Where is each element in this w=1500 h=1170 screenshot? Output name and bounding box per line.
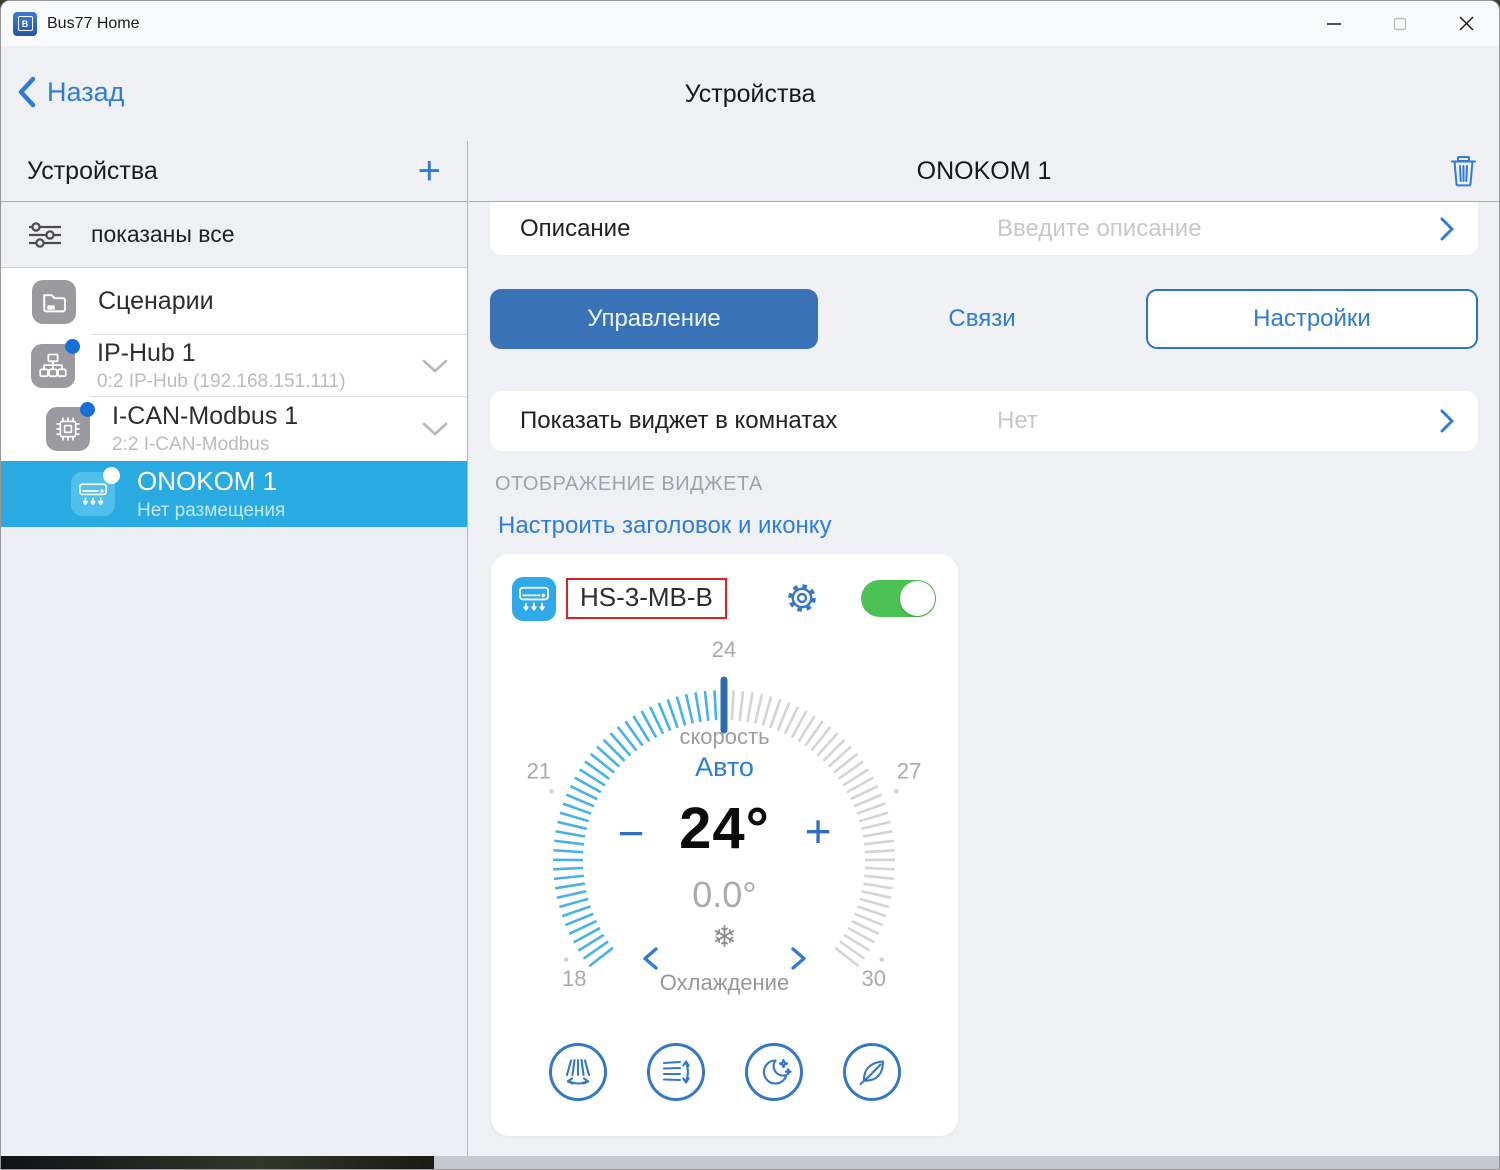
app-window: B Bus77 Home Назад Устройства Устройства	[0, 0, 1500, 1170]
window-bottom-edge	[1, 1156, 1499, 1169]
tab-links[interactable]: Связи	[818, 289, 1146, 349]
maximize-button[interactable]	[1367, 1, 1433, 46]
description-placeholder: Введите описание	[997, 214, 1202, 242]
sleep-mode-button[interactable]	[744, 1043, 803, 1101]
widget-rooms-value: Нет	[997, 407, 1038, 434]
network-hub-icon	[39, 353, 67, 378]
swing-horizontal-button[interactable]	[548, 1043, 607, 1101]
swing-horizontal-icon	[565, 1058, 590, 1085]
devices-sidebar: Устройства + показаны все Сценарии IP-Hub…	[1, 141, 468, 1156]
swing-vertical-icon	[662, 1060, 690, 1084]
titlebar: B Bus77 Home	[1, 1, 1499, 46]
snowflake-icon: ❄	[711, 921, 738, 954]
temp-increase-button[interactable]: +	[790, 804, 846, 858]
window-title: Bus77 Home	[47, 14, 140, 32]
current-temperature: 0.0°	[692, 874, 757, 915]
dial-scale-label: 24	[712, 637, 736, 662]
minimize-button[interactable]	[1301, 1, 1367, 46]
device-item-label: ONOKOM 1	[137, 466, 278, 496]
device-item-chip[interactable]: I-CAN-Modbus 1 2:2 I-CAN-Modbus	[1, 397, 467, 461]
mode-label: Охлаждение	[659, 970, 790, 995]
sidebar-header: Устройства +	[1, 141, 467, 202]
description-label: Описание	[520, 214, 631, 242]
swing-vertical-button[interactable]	[646, 1043, 705, 1101]
trash-icon	[1451, 156, 1476, 187]
navbar: Назад Устройства	[1, 46, 1499, 141]
gear-icon	[788, 584, 816, 612]
device-detail-panel: ONOKOM 1 Описание Введите описание Управ…	[469, 141, 1499, 1156]
sleep-mode-icon	[762, 1058, 792, 1085]
panel-header: ONOKOM 1	[469, 141, 1499, 202]
status-badge	[103, 467, 120, 484]
tab-settings[interactable]: Настройки	[1146, 289, 1478, 349]
chevron-right-icon	[1440, 409, 1454, 433]
page-title: Устройства	[684, 80, 816, 108]
widget-rooms-row[interactable]: Показать виджет в комнатах Нет	[490, 391, 1478, 451]
device-item-ac[interactable]: ONOKOM 1 Нет размещения	[1, 461, 467, 527]
device-item-label: I-CAN-Modbus 1	[112, 402, 299, 430]
configure-title-icon-link[interactable]: Настроить заголовок и иконку	[498, 512, 832, 540]
chevron-right-icon	[1440, 217, 1454, 240]
device-item-label: Сценарии	[98, 287, 214, 315]
ac-unit-icon	[78, 483, 108, 506]
close-button[interactable]	[1433, 1, 1499, 46]
folder-icon	[43, 293, 67, 312]
filter-sliders-icon	[29, 221, 61, 248]
filter-row[interactable]: показаны все	[1, 202, 467, 268]
device-list: Сценарии IP-Hub 1 0:2 IP-Hub (192.168.151.…	[1, 268, 467, 527]
status-badge	[80, 402, 95, 417]
add-device-button[interactable]: +	[418, 151, 441, 191]
device-item-folder[interactable]: Сценарии	[1, 268, 467, 335]
chip-icon	[56, 417, 80, 441]
device-title: ONOKOM 1	[916, 156, 1052, 185]
widget-display-section-label: ОТОБРАЖЕНИЕ ВИДЖЕТА	[495, 473, 763, 495]
app-logo-icon: B	[13, 11, 37, 36]
eco-leaf-icon	[858, 1060, 884, 1086]
function-buttons-row	[491, 1043, 958, 1101]
fan-speed-value[interactable]: Авто	[491, 752, 958, 783]
tab-bar: Управление Связи Настройки	[490, 289, 1478, 349]
ac-widget-card: HS-3-MB-B 18 21 24 27 30 скорость Авто −…	[491, 554, 958, 1136]
device-item-label: IP-Hub 1	[97, 339, 196, 367]
widget-rooms-label: Показать виджет в комнатах	[520, 407, 838, 434]
tab-control[interactable]: Управление	[490, 289, 818, 349]
fan-speed-label: скорость	[679, 724, 770, 749]
eco-mode-button[interactable]	[842, 1043, 901, 1101]
delete-device-button[interactable]	[1450, 155, 1477, 192]
sidebar-title: Устройства	[27, 156, 158, 185]
status-badge	[65, 339, 80, 354]
chevron-down-icon[interactable]	[421, 421, 449, 442]
description-row[interactable]: Описание Введите описание	[490, 202, 1478, 255]
target-temperature: 24°	[679, 796, 770, 861]
device-item-subtitle: 0:2 IP-Hub (192.168.151.111)	[97, 371, 346, 392]
device-item-hub[interactable]: IP-Hub 1 0:2 IP-Hub (192.168.151.111)	[1, 335, 467, 397]
device-item-subtitle: Нет размещения	[137, 500, 286, 521]
device-item-subtitle: 2:2 I-CAN-Modbus	[112, 434, 270, 455]
filter-label: показаны все	[91, 221, 235, 247]
chevron-down-icon[interactable]	[421, 358, 449, 379]
